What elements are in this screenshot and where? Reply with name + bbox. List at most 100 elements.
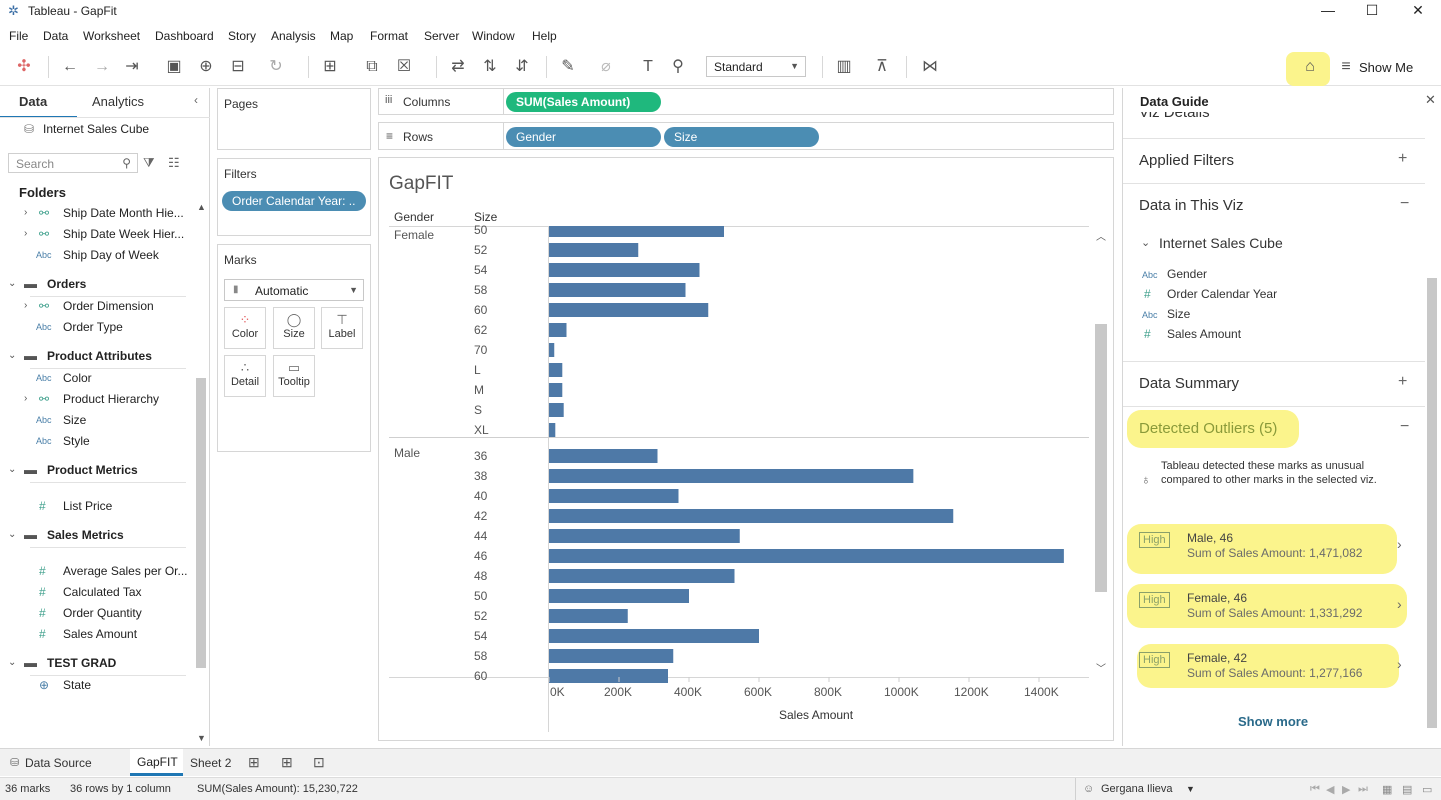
pages-shelf[interactable]: Pages	[217, 88, 371, 150]
show-labels-icon[interactable]: T	[638, 57, 658, 77]
field-item[interactable]: Ship Day of Week	[63, 248, 159, 262]
clear-sheet-icon[interactable]: ☒	[394, 57, 414, 77]
bar-mark[interactable]	[549, 589, 689, 603]
chevron-right-icon[interactable]: ›	[24, 228, 27, 239]
new-story-icon[interactable]: ⊡	[313, 754, 325, 771]
new-worksheet-icon[interactable]: ⊞	[320, 57, 340, 77]
show-tabs-icon[interactable]: ▭	[1422, 783, 1432, 796]
columns-pill-sales[interactable]: SUM(Sales Amount)	[506, 92, 661, 112]
field-item[interactable]: List Price	[63, 499, 112, 513]
presentation-mode-icon[interactable]: ⊼	[872, 57, 892, 77]
field-item[interactable]: Average Sales per Or...	[63, 564, 188, 578]
field-item[interactable]: Order Type	[63, 320, 123, 334]
outliers-title[interactable]: Detected Outliers (5)	[1139, 420, 1277, 437]
bar-mark[interactable]	[549, 343, 555, 357]
tableau-home-icon[interactable]: ✣	[14, 57, 34, 77]
scrollbar-thumb[interactable]	[196, 378, 206, 668]
bar-mark[interactable]	[549, 489, 679, 503]
scroll-down-icon[interactable]: ▼	[197, 733, 206, 743]
field-item[interactable]: Order Quantity	[63, 606, 142, 620]
share-icon[interactable]: ⋈	[920, 57, 940, 77]
collapse-icon[interactable]: −	[1400, 195, 1409, 213]
tab-analytics[interactable]: Analytics	[92, 94, 144, 109]
menu-map[interactable]: Map	[330, 29, 353, 43]
filter-pill-order-year[interactable]: Order Calendar Year: ..	[222, 191, 366, 211]
new-datasource-icon[interactable]: ⊕	[196, 57, 216, 77]
bar-mark[interactable]	[549, 669, 668, 683]
field-item[interactable]: Calculated Tax	[63, 585, 142, 599]
menu-help[interactable]: Help	[532, 29, 557, 43]
bar-mark[interactable]	[549, 243, 639, 257]
field-item[interactable]: Ship Date Month Hie...	[63, 206, 184, 220]
menu-analysis[interactable]: Analysis	[271, 29, 316, 43]
rows-shelf[interactable]: ≡ Rows Gender Size	[378, 122, 1114, 150]
expand-icon[interactable]: +	[1398, 150, 1407, 168]
save-icon[interactable]: ▣	[164, 57, 184, 77]
applied-filters-label[interactable]: Applied Filters	[1139, 152, 1234, 169]
chevron-right-icon[interactable]: ›	[24, 393, 27, 404]
group-icon[interactable]: ⌀	[596, 57, 616, 77]
chevron-down-icon[interactable]: ⌄	[8, 464, 16, 475]
bar-mark[interactable]	[549, 383, 563, 397]
bar-mark[interactable]	[549, 549, 1064, 563]
columns-shelf[interactable]: iii Columns SUM(Sales Amount)	[378, 88, 1114, 115]
menu-file[interactable]: File	[9, 29, 28, 43]
bar-mark[interactable]	[549, 629, 759, 643]
chevron-down-icon[interactable]: ⌄	[8, 278, 16, 289]
bar-mark[interactable]	[549, 529, 740, 543]
scroll-down-icon[interactable]: ﹀	[1096, 660, 1106, 675]
bar-mark[interactable]	[549, 509, 954, 523]
search-input[interactable]: Search ⚲	[8, 153, 138, 173]
scrollbar-thumb[interactable]	[1427, 278, 1437, 728]
bar-mark[interactable]	[549, 649, 674, 663]
menu-window[interactable]: Window	[472, 29, 515, 43]
filters-shelf[interactable]: Filters Order Calendar Year: ..	[217, 158, 371, 236]
chevron-down-icon[interactable]: ⌄	[1141, 236, 1150, 249]
first-sheet-icon[interactable]: ⏮	[1310, 783, 1320, 796]
field-item[interactable]: Order Dimension	[63, 299, 154, 313]
sort-descending-icon[interactable]: ⇵	[512, 57, 532, 77]
filter-icon[interactable]: ⧩	[143, 155, 155, 171]
sheet-tab-gapfit[interactable]: GapFIT	[130, 749, 183, 776]
scrollbar-thumb[interactable]	[1095, 324, 1107, 592]
menu-server[interactable]: Server	[424, 29, 459, 43]
show-filmstrip-icon[interactable]: ▦	[1382, 783, 1392, 796]
data-in-viz-label[interactable]: Data in This Viz	[1139, 197, 1244, 214]
swap-icon[interactable]: ⇄	[448, 57, 468, 77]
user-name[interactable]: Gergana Ilieva	[1101, 783, 1173, 795]
rows-pill-gender[interactable]: Gender	[506, 127, 661, 147]
show-me-label[interactable]: Show Me	[1359, 60, 1413, 75]
viz-details-section[interactable]: Viz Details −	[1123, 112, 1423, 126]
field-item[interactable]: Style	[63, 434, 90, 448]
menu-format[interactable]: Format	[370, 29, 408, 43]
fit-select[interactable]: Standard ▼	[706, 56, 806, 77]
last-sheet-icon[interactable]: ⏭	[1358, 783, 1368, 796]
pause-updates-icon[interactable]: ⊟	[228, 57, 248, 77]
folder-label[interactable]: Sales Metrics	[47, 528, 124, 542]
close-icon[interactable]: ✕	[1425, 92, 1436, 108]
show-me-icon[interactable]: ≡	[1336, 57, 1356, 77]
outlier-card[interactable]: High Female, 42 Sum of Sales Amount: 1,2…	[1133, 648, 1419, 688]
chevron-right-icon[interactable]: ›	[24, 207, 27, 218]
outlier-card[interactable]: High Female, 46 Sum of Sales Amount: 1,3…	[1133, 588, 1419, 628]
show-sheet-sorter-icon[interactable]: ▤	[1402, 783, 1412, 796]
chevron-down-icon[interactable]: ⌄	[8, 657, 16, 668]
folder-label[interactable]: TEST GRAD	[47, 656, 116, 670]
field-item[interactable]: Color	[63, 371, 92, 385]
marks-label-button[interactable]: ⊤ Label	[321, 307, 363, 349]
sheet-tab-sheet2[interactable]: Sheet 2	[190, 756, 231, 770]
folder-label[interactable]: Product Attributes	[47, 349, 152, 363]
chevron-down-icon[interactable]: ⌄	[8, 350, 16, 361]
field-item[interactable]: Sales Amount	[63, 627, 137, 641]
marks-detail-button[interactable]: ∴ Detail	[224, 355, 266, 397]
field-item[interactable]: Product Hierarchy	[63, 392, 159, 406]
scroll-up-icon[interactable]: ︿	[1096, 228, 1106, 243]
sort-ascending-icon[interactable]: ⇅	[480, 57, 500, 77]
show-more-link[interactable]: Show more	[1238, 714, 1308, 729]
next-sheet-icon[interactable]: ▶	[1342, 783, 1350, 796]
bar-mark[interactable]	[549, 403, 564, 417]
minimize-icon[interactable]: —	[1318, 2, 1338, 18]
bar-mark[interactable]	[549, 609, 628, 623]
marks-tooltip-button[interactable]: ▭ Tooltip	[273, 355, 315, 397]
collapse-icon[interactable]: −	[1400, 418, 1409, 436]
